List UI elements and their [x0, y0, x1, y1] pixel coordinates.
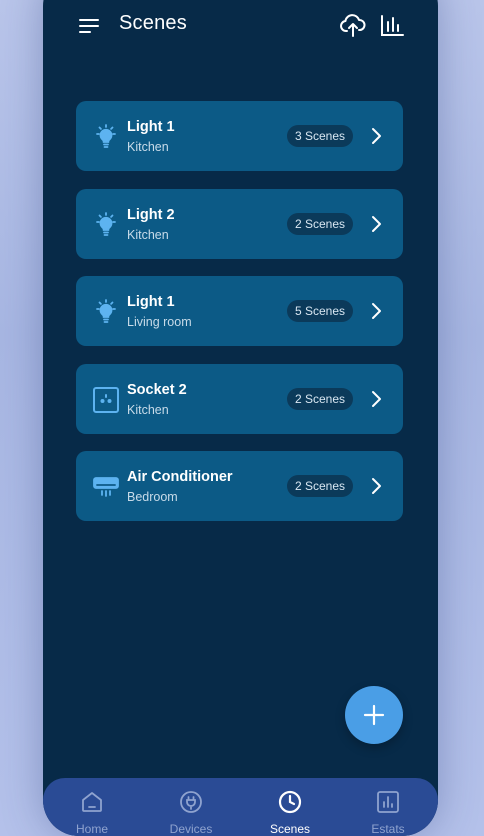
device-card-socket-2-kitchen[interactable]: Socket 2 Kitchen 2 Scenes	[76, 363, 403, 434]
nav-item-scenes[interactable]: Scenes	[245, 778, 335, 836]
socket-icon	[93, 386, 119, 413]
scene-device-list: Light 1 Kitchen 3 Scenes Light 2 Kitchen…	[76, 101, 403, 539]
phone-frame: Scenes Light 1 Kitchen 3 Scenes Light 2 …	[43, 0, 438, 836]
stats-icon	[377, 791, 399, 813]
device-name: Light 1	[127, 294, 175, 310]
light-bulb-icon	[96, 124, 116, 148]
light-bulb-icon	[96, 299, 116, 323]
scene-count-badge: 2 Scenes	[286, 475, 353, 497]
page-title: Scenes	[119, 12, 187, 34]
device-room: Kitchen	[127, 227, 169, 242]
add-scene-button[interactable]	[345, 686, 403, 744]
scene-count-badge: 3 Scenes	[286, 125, 353, 147]
chevron-right-icon	[372, 303, 381, 319]
cloud-upload-icon[interactable]	[339, 12, 367, 40]
chevron-right-icon	[372, 128, 381, 144]
nav-label: Scenes	[269, 822, 311, 836]
scene-count-badge: 2 Scenes	[286, 387, 353, 410]
chevron-right-icon	[372, 478, 381, 494]
scene-count-badge: 2 Scenes	[286, 212, 353, 235]
nav-item-estats[interactable]: Estats	[343, 778, 433, 836]
nav-label: Devices	[169, 822, 213, 836]
device-room: Living room	[127, 315, 192, 329]
air-conditioner-icon	[93, 477, 119, 497]
device-card-light-1-living-room[interactable]: Light 1 Living room 5 Scenes	[76, 276, 403, 346]
home-icon	[82, 792, 102, 812]
clock-icon	[278, 790, 302, 814]
device-card-light-2-kitchen[interactable]: Light 2 Kitchen 2 Scenes	[76, 188, 403, 259]
nav-item-devices[interactable]: Devices	[146, 778, 236, 836]
device-name: Light 2	[127, 206, 175, 223]
chevron-right-icon	[372, 390, 381, 407]
plus-icon	[363, 704, 385, 726]
nav-label: Home	[75, 822, 108, 836]
device-name: Air Conditioner	[127, 469, 233, 485]
plug-icon	[180, 791, 202, 813]
device-name: Socket 2	[127, 381, 187, 398]
bar-chart-icon[interactable]	[378, 12, 406, 40]
nav-item-home[interactable]: Home	[47, 778, 137, 836]
device-name: Light 1	[127, 119, 175, 135]
device-card-light-1-kitchen[interactable]: Light 1 Kitchen 3 Scenes	[76, 101, 403, 171]
chevron-right-icon	[372, 215, 381, 232]
scene-count-badge: 5 Scenes	[286, 300, 353, 322]
hamburger-menu-icon[interactable]	[77, 14, 101, 38]
light-bulb-icon	[96, 211, 116, 236]
bottom-navigation: Home Devices Scenes Estats	[43, 778, 438, 836]
nav-label: Estats	[371, 822, 405, 836]
device-room: Kitchen	[127, 402, 169, 417]
app-header: Scenes	[43, 0, 438, 60]
device-room: Bedroom	[127, 490, 178, 504]
device-card-air-conditioner-bedroom[interactable]: Air Conditioner Bedroom 2 Scenes	[76, 451, 403, 521]
device-room: Kitchen	[127, 140, 169, 154]
